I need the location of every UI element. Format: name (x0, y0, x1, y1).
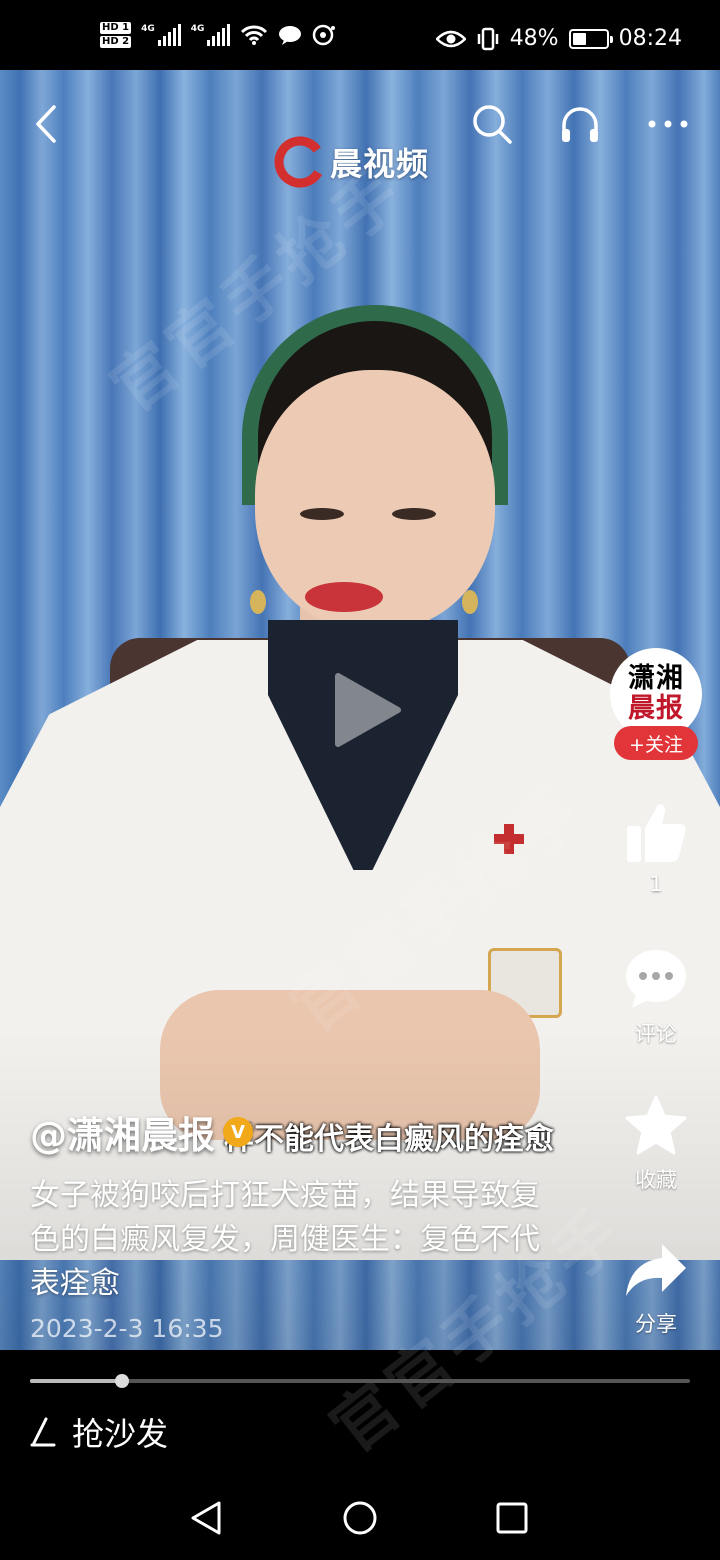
triangle-back-icon (191, 1501, 221, 1535)
battery-level (572, 32, 586, 45)
share-label: 分享 (635, 1312, 677, 1336)
verified-badge-icon: V (223, 1117, 253, 1147)
system-nav-bar (0, 1470, 720, 1560)
chevron-left-icon (36, 105, 56, 143)
sim2-badge: HD 2 (100, 36, 132, 48)
like-action[interactable]: 1 (610, 800, 702, 896)
presenter-eye-left (300, 508, 344, 520)
brand-logo: 晨视频 (274, 134, 429, 190)
signal-2-icon: 4G (191, 24, 231, 46)
presenter-lips (305, 582, 383, 612)
presenter-eye-right (392, 508, 436, 520)
signal-1-icon: 4G (141, 24, 181, 46)
battery-icon (568, 28, 613, 49)
comment-label: 评论 (635, 1022, 677, 1046)
share-arrow-icon (626, 1244, 686, 1296)
video-description[interactable]: 女子被狗咬后打狂犬疫苗，结果导致复色的白癜风复发，周健医生：复色不代表痊愈 (30, 1174, 560, 1306)
status-right: 48% 08:24 (435, 26, 682, 51)
more-dots-icon (648, 120, 688, 128)
favorite-label: 收藏 (635, 1168, 677, 1192)
star-icon (625, 1095, 687, 1155)
comment-bubble-icon (626, 950, 686, 1008)
favorite-action[interactable]: 收藏 (610, 1094, 702, 1194)
earring-left (250, 590, 266, 614)
status-bar: HD 1 HD 2 4G 4G 48% 08:24 (0, 0, 720, 70)
author-name: @潇湘晨报 (30, 1114, 215, 1157)
more-button[interactable] (642, 98, 694, 150)
video-subtitle: 样不能代表白癜风的痊愈 (224, 1122, 554, 1157)
nav-home-button[interactable] (330, 1488, 390, 1548)
sim-badges: HD 1 HD 2 (100, 22, 132, 48)
message-icon (279, 26, 302, 45)
listen-button[interactable] (554, 98, 606, 150)
sim1-badge: HD 1 (100, 22, 132, 34)
comment-action[interactable]: 评论 (610, 948, 702, 1048)
comment-input[interactable]: 抢沙发 (30, 1404, 168, 1460)
headphones-icon (562, 107, 598, 142)
nav-back-button[interactable] (176, 1488, 236, 1548)
vibrate-icon (477, 27, 498, 50)
eye-comfort-icon (435, 30, 466, 47)
square-recents-icon (496, 1502, 528, 1534)
progress-fill (30, 1379, 123, 1383)
like-count: 1 (649, 872, 663, 896)
follow-button[interactable]: +关注 (614, 726, 698, 760)
search-button[interactable] (466, 98, 518, 150)
comment-placeholder: 抢沙发 (72, 1415, 169, 1453)
share-action[interactable]: 分享 (610, 1240, 702, 1338)
avatar-line1: 潇湘 (628, 663, 684, 694)
nfc-icon (313, 24, 336, 46)
thumbs-up-icon (627, 804, 686, 862)
brand-c-icon (274, 136, 326, 188)
play-icon[interactable] (332, 672, 402, 748)
back-button[interactable] (24, 96, 68, 152)
author-link[interactable]: @潇湘晨报 V (30, 1105, 253, 1159)
circle-home-icon (343, 1501, 377, 1535)
earring-right (462, 590, 478, 614)
brand-name: 晨视频 (330, 145, 430, 183)
status-left: HD 1 HD 2 4G 4G (100, 22, 336, 48)
publish-date: 2023-2-3 16:35 (30, 1314, 224, 1343)
pen-icon (30, 1417, 56, 1447)
progress-knob[interactable] (115, 1374, 130, 1388)
hospital-cross-logo (492, 822, 526, 856)
clock: 08:24 (618, 26, 682, 51)
battery-percent: 48% (509, 26, 559, 51)
progress-bar[interactable] (30, 1374, 690, 1388)
nav-recents-button[interactable] (482, 1488, 542, 1548)
avatar-line2: 晨报 (628, 693, 684, 724)
wifi-icon (241, 25, 268, 45)
search-icon (473, 105, 512, 144)
